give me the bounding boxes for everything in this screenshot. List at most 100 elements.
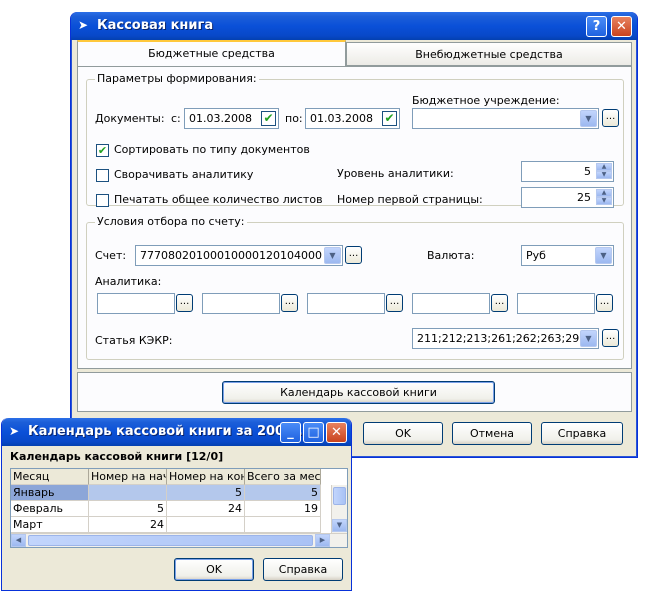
scroll-left-icon[interactable]: ◀ — [11, 534, 26, 547]
close-icon[interactable]: ✕ — [326, 422, 347, 443]
kekr-value: 211;212;213;261;262;263;290 — [417, 332, 587, 345]
calendar-grid[interactable]: Месяц Номер на нача Номер на коне Всего … — [10, 468, 348, 548]
print-count-checkbox[interactable] — [96, 194, 109, 207]
chevron-down-icon[interactable]: ▼ — [324, 247, 341, 264]
chevron-down-icon[interactable]: ▼ — [580, 330, 597, 347]
calendar-window-title: Календарь кассовой книги за 2008 ... — [28, 424, 313, 439]
institution-select[interactable]: ▼ — [412, 108, 599, 129]
spin-down-icon[interactable]: ▼ — [596, 171, 612, 179]
from-date-check-icon[interactable]: ✔ — [261, 111, 276, 126]
column-header[interactable]: Месяц — [11, 469, 89, 485]
chevron-down-icon[interactable]: ▼ — [580, 110, 597, 127]
sort-checkbox[interactable]: ✔ — [96, 144, 109, 157]
horizontal-scroll-thumb[interactable] — [28, 535, 313, 546]
first-page-spinner[interactable]: 25 ▲ ▼ — [521, 187, 614, 208]
vertical-scroll-thumb[interactable] — [333, 487, 346, 505]
chevron-down-icon[interactable]: ▼ — [595, 247, 612, 264]
calendar-titlebar[interactable]: ➤ Календарь кассовой книги за 2008 ... _… — [2, 418, 351, 446]
from-date-value: 01.03.2008 — [189, 112, 252, 125]
start-cell: 24 — [89, 517, 167, 533]
month-cell: Март — [11, 517, 89, 533]
tab-extra-budget[interactable]: Внебюджетные средства — [346, 42, 632, 66]
params-group-label: Параметры формирования: — [95, 72, 259, 86]
help-button[interactable]: Справка — [541, 422, 623, 445]
first-page-label: Номер первой страницы: — [337, 193, 483, 206]
account-select[interactable]: 77708020100010000120104000 ▼ — [135, 245, 343, 266]
calendar-help-label: Справка — [278, 563, 328, 576]
spin-up-icon[interactable]: ▲ — [596, 189, 612, 197]
scroll-down-icon[interactable]: ▼ — [332, 519, 347, 532]
spin-down-icon[interactable]: ▼ — [596, 197, 612, 205]
maximize-icon[interactable]: □ — [303, 422, 324, 443]
analytics-browse-button-1[interactable]: ... — [176, 294, 193, 312]
app-arrow-icon: ➤ — [9, 424, 20, 438]
analytics-field-5[interactable] — [517, 293, 595, 314]
calendar-help-button[interactable]: Справка — [263, 558, 343, 581]
ok-button[interactable]: OK — [363, 422, 443, 445]
main-window-title: Кассовая книга — [97, 18, 214, 33]
to-date-value: 01.03.2008 — [310, 112, 373, 125]
analytics-level-label: Уровень аналитики: — [337, 167, 454, 180]
kekr-browse-button[interactable]: ... — [602, 329, 619, 347]
end-cell: 5 — [167, 485, 245, 501]
analytics-browse-button-2[interactable]: ... — [281, 294, 298, 312]
first-page-spin[interactable]: ▲ ▼ — [596, 189, 612, 206]
calendar-button-label: Календарь кассовой книги — [280, 386, 437, 399]
account-browse-button[interactable]: ... — [345, 246, 362, 264]
to-date-picker[interactable]: 01.03.2008 ✔ — [305, 108, 400, 129]
tab-extra-budget-label: Внебюджетные средства — [415, 48, 563, 61]
main-titlebar[interactable]: ➤ Кассовая книга ? ✕ — [71, 12, 637, 40]
analytics-field-1[interactable] — [97, 293, 175, 314]
start-cell: 5 — [89, 501, 167, 517]
analytics-label: Аналитика: — [95, 275, 162, 288]
column-header[interactable]: Всего за меся — [245, 469, 321, 485]
end-cell — [167, 517, 245, 533]
calendar-window: ➤ Календарь кассовой книги за 2008 ... _… — [1, 418, 352, 591]
filter-group: Условия отбора по счету: Счет: 777080201… — [86, 215, 624, 360]
spin-up-icon[interactable]: ▲ — [596, 163, 612, 171]
end-cell: 24 — [167, 501, 245, 517]
vertical-scrollbar[interactable]: ▼ — [331, 485, 347, 535]
analytics-field-3[interactable] — [307, 293, 385, 314]
calendar-ok-label: OK — [206, 563, 222, 576]
to-date-check-icon[interactable]: ✔ — [382, 111, 397, 126]
print-count-label: Печатать общее количество листов — [114, 193, 323, 206]
minimize-icon[interactable]: _ — [280, 422, 301, 443]
calendar-ok-button[interactable]: OK — [174, 558, 254, 581]
ok-button-label: OK — [395, 427, 411, 440]
collapse-label: Сворачивать аналитику — [114, 168, 254, 181]
tab-panel: Параметры формирования: Документы: с: 01… — [77, 66, 632, 369]
close-icon[interactable]: ✕ — [611, 16, 632, 37]
institution-label: Бюджетное учреждение: — [412, 94, 560, 107]
month-cell: Февраль — [11, 501, 89, 517]
tab-budget-label: Бюджетные средства — [148, 47, 275, 60]
sort-label: Сортировать по типу документов — [114, 143, 310, 156]
from-date-picker[interactable]: 01.03.2008 ✔ — [184, 108, 279, 129]
analytics-browse-button-5[interactable]: ... — [596, 294, 613, 312]
horizontal-scrollbar[interactable]: ◀ ▶ — [11, 533, 347, 547]
column-header[interactable]: Номер на коне — [167, 469, 245, 485]
currency-select[interactable]: Руб ▼ — [521, 245, 614, 266]
month-cell: Январь — [11, 485, 89, 501]
to-label: по: — [285, 112, 303, 125]
analytics-level-spin[interactable]: ▲ ▼ — [596, 163, 612, 180]
analytics-browse-button-4[interactable]: ... — [491, 294, 508, 312]
analytics-browse-button-3[interactable]: ... — [386, 294, 403, 312]
analytics-field-2[interactable] — [202, 293, 280, 314]
total-cell — [245, 517, 321, 533]
collapse-checkbox[interactable] — [96, 169, 109, 182]
filter-group-label: Условия отбора по счету: — [95, 215, 247, 229]
calendar-panel: Календарь кассовой книги — [77, 372, 632, 412]
help-icon[interactable]: ? — [586, 16, 607, 37]
analytics-level-spinner[interactable]: 5 ▲ ▼ — [521, 161, 614, 182]
kekr-select[interactable]: 211;212;213;261;262;263;290 ▼ — [412, 328, 599, 349]
currency-label: Валюта: — [427, 249, 475, 262]
tab-budget[interactable]: Бюджетные средства — [77, 40, 346, 67]
analytics-level-value: 5 — [584, 165, 591, 178]
calendar-button[interactable]: Календарь кассовой книги — [222, 381, 495, 404]
analytics-field-4[interactable] — [412, 293, 490, 314]
column-header[interactable]: Номер на нача — [89, 469, 167, 485]
scroll-right-icon[interactable]: ▶ — [315, 534, 330, 547]
cancel-button[interactable]: Отмена — [452, 422, 532, 445]
institution-browse-button[interactable]: ... — [602, 109, 619, 127]
